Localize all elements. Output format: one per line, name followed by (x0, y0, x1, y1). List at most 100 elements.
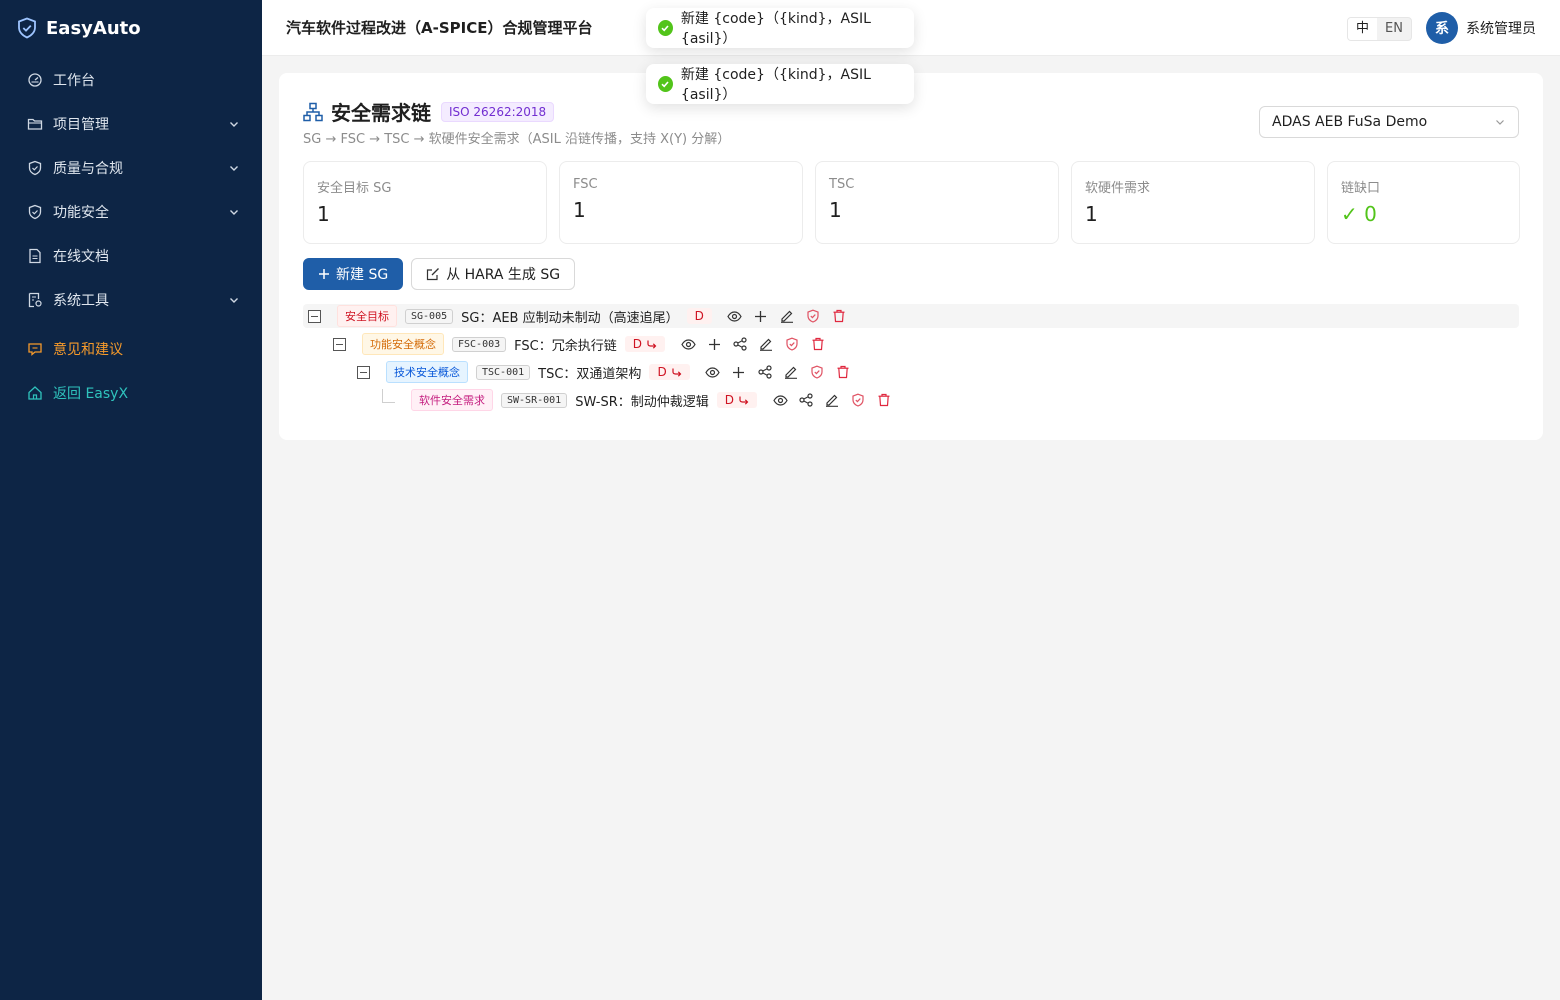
stat-label: FSC (573, 177, 598, 192)
safety-shield-icon[interactable] (800, 305, 826, 327)
add-child-icon[interactable] (748, 305, 774, 327)
sidebar-item-feedback[interactable]: 意见和建议 (0, 327, 262, 371)
stat-card-tsc: TSC 1 (815, 161, 1059, 244)
sidebar-item-quality[interactable]: 质量与合规 (0, 146, 262, 190)
tree-node-sg[interactable]: 安全目标 SG-005 SG：AEB 应制动未制动（高速追尾） D (303, 304, 1519, 328)
page-subtitle: SG → FSC → TSC → 软硬件安全需求（ASIL 沿链传播，支持 X(… (303, 132, 731, 147)
button-label: 从 HARA 生成 SG (446, 267, 561, 283)
stat-value: 1 (829, 198, 842, 222)
language-switch: 中 EN (1347, 17, 1412, 41)
tree-node-fsc[interactable]: 功能安全概念 FSC-003 FSC：冗余执行链 D (303, 332, 1519, 356)
shield-check-icon (27, 204, 43, 220)
node-kind-tag: 功能安全概念 (362, 333, 444, 355)
toast-message: 新建 {code}（{kind}，ASIL {asil}） (680, 11, 871, 47)
node-title: FSC：冗余执行链 (514, 338, 617, 354)
stat-value: 1 (1085, 202, 1098, 226)
button-label: 新建 SG (336, 267, 389, 283)
folder-icon (27, 116, 43, 132)
asil-tag: D (649, 364, 690, 380)
plus-icon (318, 268, 330, 280)
hierarchy-icon (303, 102, 323, 122)
safety-shield-icon[interactable] (779, 333, 805, 355)
collapse-toggle[interactable] (308, 309, 321, 323)
chevron-down-icon (228, 118, 240, 130)
delete-icon[interactable] (871, 389, 897, 411)
sidebar-item-label: 意见和建议 (53, 342, 123, 358)
safety-shield-icon[interactable] (845, 389, 871, 411)
decompose-icon[interactable] (793, 389, 819, 411)
stat-value: 1 (573, 198, 586, 222)
view-icon[interactable] (722, 305, 748, 327)
delete-icon[interactable] (805, 333, 831, 355)
success-toast: 新建 {code}（{kind}，ASIL {asil}） (646, 64, 914, 104)
sidebar-item-label: 在线文档 (53, 249, 109, 265)
action-buttons: 新建 SG 从 HARA 生成 SG (303, 258, 576, 290)
tree-node-sw-sr[interactable]: 软件安全需求 SW-SR-001 SW-SR：制动仲裁逻辑 D (303, 388, 1519, 412)
node-title: SW-SR：制动仲裁逻辑 (575, 394, 709, 410)
asil-value: D (724, 393, 734, 407)
asil-value: D (657, 365, 667, 379)
user-name: 系统管理员 (1466, 21, 1536, 37)
sidebar-item-label: 返回 EasyX (53, 386, 129, 402)
delete-icon[interactable] (826, 305, 852, 327)
brand-name: EasyAuto (46, 17, 141, 39)
add-child-icon[interactable] (701, 333, 727, 355)
decompose-icon[interactable] (727, 333, 753, 355)
sidebar-item-docs[interactable]: 在线文档 (0, 234, 262, 278)
view-icon[interactable] (767, 389, 793, 411)
sidebar-item-dashboard[interactable]: 工作台 (0, 58, 262, 102)
sidebar-item-label: 系统工具 (53, 293, 109, 309)
check-circle-icon (658, 76, 673, 92)
safety-shield-icon[interactable] (804, 361, 830, 383)
project-select[interactable]: ADAS AEB FuSa Demo (1259, 106, 1519, 138)
edit-icon[interactable] (774, 305, 800, 327)
generate-from-hara-button[interactable]: 从 HARA 生成 SG (411, 258, 576, 290)
shield-check-icon (27, 160, 43, 176)
edit-icon[interactable] (819, 389, 845, 411)
node-code: TSC-001 (476, 364, 531, 380)
app-title: 汽车软件过程改进（A-SPICE）合规管理平台 (286, 19, 593, 37)
lang-en-option[interactable]: EN (1377, 18, 1411, 40)
sidebar-item-projects[interactable]: 项目管理 (0, 102, 262, 146)
node-title: SG：AEB 应制动未制动（高速追尾） (461, 310, 679, 326)
inherit-arrow-icon (738, 395, 749, 406)
view-icon[interactable] (675, 333, 701, 355)
chevron-down-icon (228, 162, 240, 174)
home-icon (27, 385, 43, 401)
node-code: SW-SR-001 (501, 392, 568, 408)
stat-value: ✓ 0 (1341, 202, 1377, 226)
asil-tag: D (686, 308, 712, 324)
asil-tag: D (624, 336, 665, 352)
sidebar-item-functional-safety[interactable]: 功能安全 (0, 190, 262, 234)
lang-zh-option[interactable]: 中 (1348, 18, 1378, 40)
chevron-down-icon (1494, 116, 1506, 128)
view-icon[interactable] (700, 361, 726, 383)
delete-icon[interactable] (830, 361, 856, 383)
asil-value: D (632, 337, 642, 351)
collapse-toggle[interactable] (357, 365, 370, 379)
edit-square-icon (426, 267, 440, 281)
new-sg-button[interactable]: 新建 SG (303, 258, 404, 290)
brand[interactable]: EasyAuto (0, 0, 262, 56)
sidebar-nav: 工作台 项目管理 质量与合规 功能安全 在线文档 系统工具 意见和建议 返回 E… (0, 56, 262, 415)
collapse-toggle[interactable] (333, 337, 346, 351)
safety-requirement-card: 安全需求链 ISO 26262:2018 SG → FSC → TSC → 软硬… (279, 73, 1543, 440)
sidebar-item-tools[interactable]: 系统工具 (0, 278, 262, 322)
stat-card-hw-sw: 软硬件需求 1 (1071, 161, 1315, 244)
user-menu[interactable]: 系 系统管理员 (1426, 12, 1536, 44)
node-title: TSC：双通道架构 (538, 366, 642, 382)
node-kind-tag: 技术安全概念 (386, 361, 468, 383)
chevron-down-icon (228, 294, 240, 306)
edit-icon[interactable] (778, 361, 804, 383)
decompose-icon[interactable] (752, 361, 778, 383)
stat-card-fsc: FSC 1 (559, 161, 803, 244)
tree-node-tsc[interactable]: 技术安全概念 TSC-001 TSC：双通道架构 D (303, 360, 1519, 384)
sidebar: EasyAuto 工作台 项目管理 质量与合规 功能安全 在线文档 系统工具 意… (0, 0, 262, 1000)
standard-tag: ISO 26262:2018 (441, 101, 555, 122)
edit-icon[interactable] (753, 333, 779, 355)
add-child-icon[interactable] (726, 361, 752, 383)
inherit-arrow-icon (646, 339, 657, 350)
stats-row: 安全目标 SG 1 FSC 1 TSC 1 软硬件需求 1 链缺口 ✓ 0 (303, 161, 1520, 244)
sidebar-item-back-easyx[interactable]: 返回 EasyX (0, 371, 262, 415)
document-icon (27, 248, 43, 264)
